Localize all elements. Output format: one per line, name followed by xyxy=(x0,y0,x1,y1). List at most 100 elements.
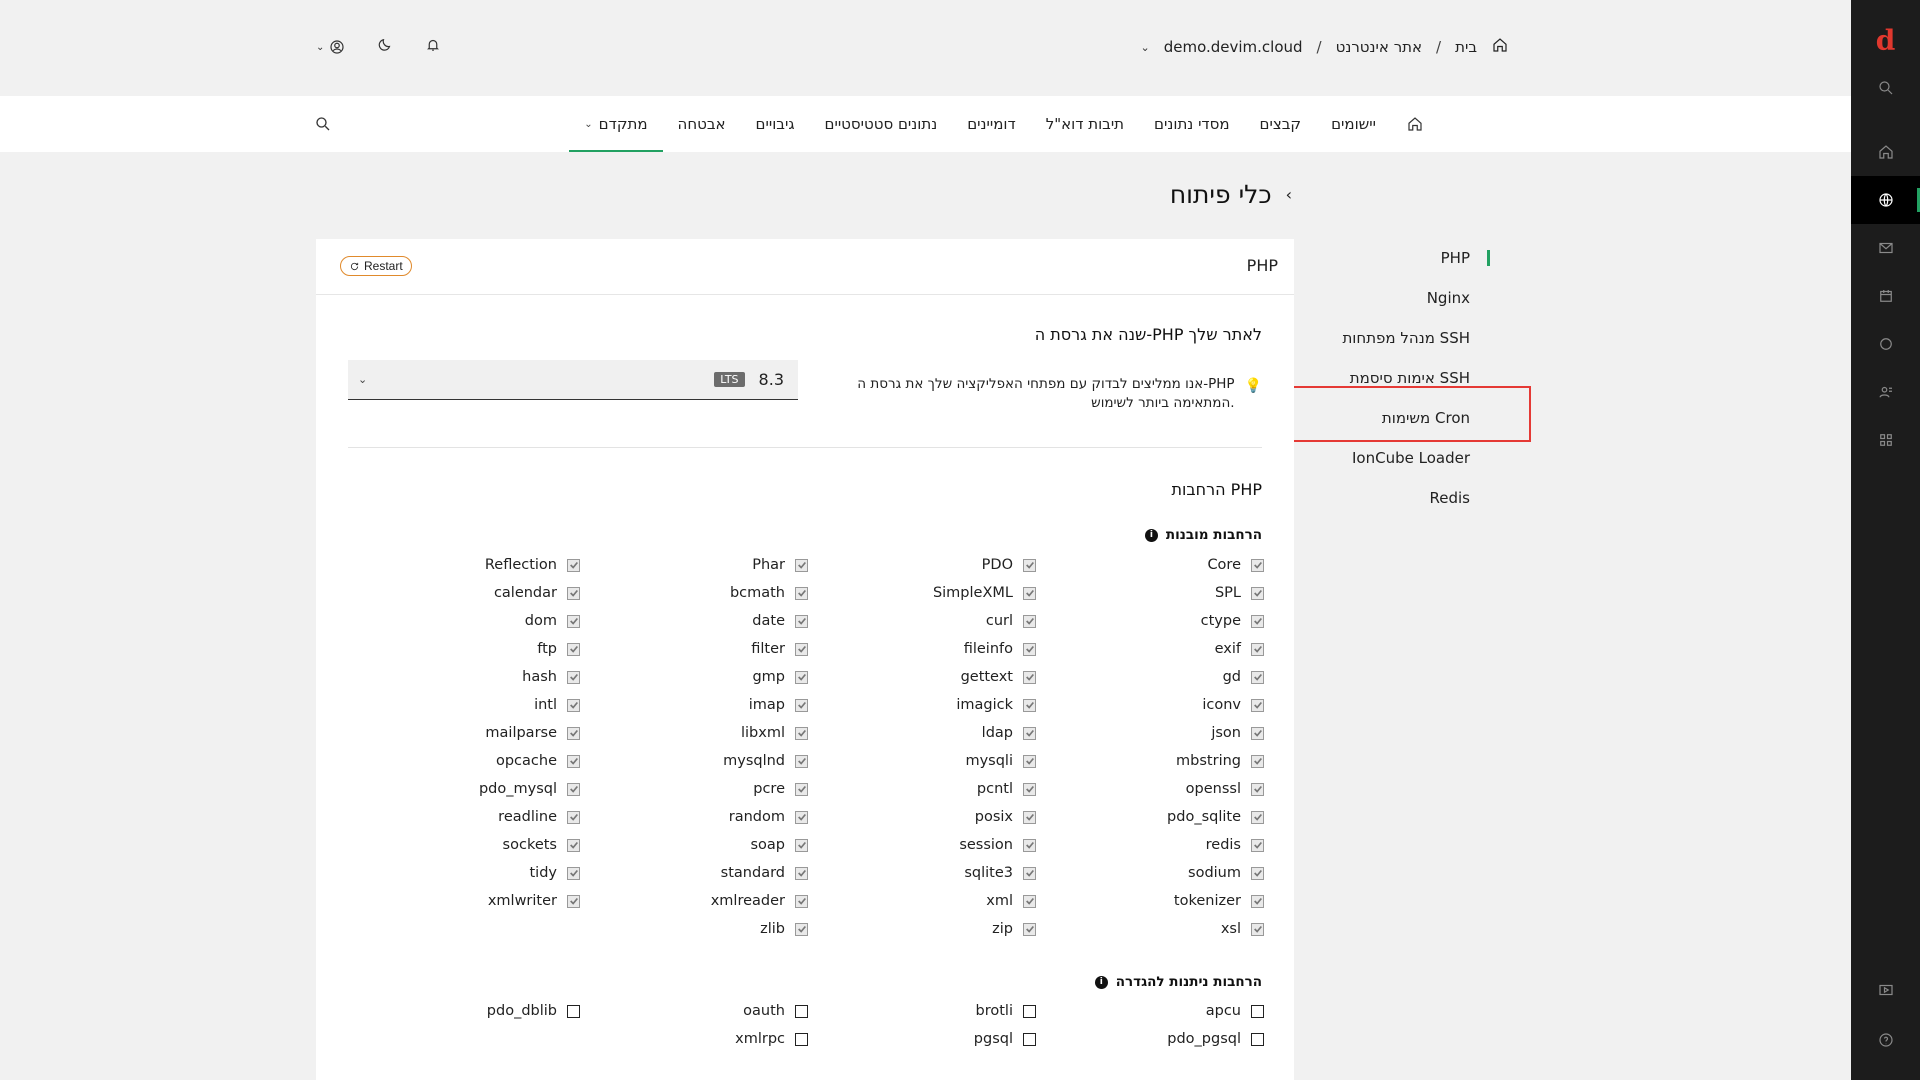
checkbox[interactable] xyxy=(1251,642,1264,656)
user-menu[interactable]: ⌄ xyxy=(316,38,346,56)
checkbox[interactable] xyxy=(1251,558,1264,572)
extension-simplexml[interactable]: SimpleXML xyxy=(933,583,1036,603)
menu-item-ssh-keys[interactable]: מנהל מפתחות SSH xyxy=(1270,318,1490,358)
menu-item-php[interactable]: PHP xyxy=(1270,238,1490,278)
extension-bcmath[interactable]: bcmath xyxy=(730,583,808,603)
php-version-select[interactable]: ⌄ LTS 8.3 xyxy=(348,360,798,400)
extension-sqlite3[interactable]: sqlite3 xyxy=(964,863,1036,883)
checkbox[interactable] xyxy=(795,1032,808,1046)
checkbox[interactable] xyxy=(1023,614,1036,628)
search-icon[interactable] xyxy=(314,115,332,137)
nav-advanced[interactable]: מתקדם ⌄ xyxy=(569,96,663,152)
extension-gmp[interactable]: gmp xyxy=(752,667,808,687)
checkbox[interactable] xyxy=(1251,922,1264,936)
home-icon[interactable] xyxy=(1851,128,1920,176)
checkbox[interactable] xyxy=(567,558,580,572)
checkbox[interactable] xyxy=(1023,670,1036,684)
extension-xml[interactable]: xml xyxy=(986,891,1036,911)
checkbox[interactable] xyxy=(567,782,580,796)
extension-pgsql[interactable]: pgsql xyxy=(974,1029,1036,1049)
checkbox[interactable] xyxy=(795,642,808,656)
nav-files[interactable]: קבצים xyxy=(1245,96,1317,152)
checkbox[interactable] xyxy=(795,810,808,824)
extension-soap[interactable]: soap xyxy=(750,835,808,855)
checkbox[interactable] xyxy=(795,754,808,768)
breadcrumb-section[interactable]: אתר אינטרנט xyxy=(1336,38,1422,56)
extension-xmlrpc[interactable]: xmlrpc xyxy=(735,1029,808,1049)
extension-imagick[interactable]: imagick xyxy=(956,695,1036,715)
checkbox[interactable] xyxy=(1023,586,1036,600)
extension-ctype[interactable]: ctype xyxy=(1201,611,1264,631)
checkbox[interactable] xyxy=(1251,614,1264,628)
checkbox[interactable] xyxy=(795,614,808,628)
extension-imap[interactable]: imap xyxy=(749,695,808,715)
extension-libxml[interactable]: libxml xyxy=(741,723,808,743)
checkbox[interactable] xyxy=(1251,670,1264,684)
checkbox[interactable] xyxy=(1023,838,1036,852)
extension-opcache[interactable]: opcache xyxy=(496,751,580,771)
extension-oauth[interactable]: oauth xyxy=(743,1001,808,1021)
circle-icon[interactable] xyxy=(1851,320,1920,368)
extension-gd[interactable]: gd xyxy=(1223,667,1264,687)
checkbox[interactable] xyxy=(795,838,808,852)
apps-icon[interactable] xyxy=(1851,416,1920,464)
checkbox[interactable] xyxy=(1023,558,1036,572)
extension-pcre[interactable]: pcre xyxy=(753,779,808,799)
moon-icon[interactable] xyxy=(376,36,394,58)
checkbox[interactable] xyxy=(795,558,808,572)
extension-pdo_dblib[interactable]: pdo_dblib xyxy=(487,1001,580,1021)
checkbox[interactable] xyxy=(1023,1004,1036,1018)
search-icon[interactable] xyxy=(1851,64,1920,112)
checkbox[interactable] xyxy=(795,726,808,740)
extension-iconv[interactable]: iconv xyxy=(1202,695,1264,715)
chevron-back-icon[interactable]: ‹ xyxy=(1286,185,1292,204)
checkbox[interactable] xyxy=(1251,726,1264,740)
checkbox[interactable] xyxy=(795,866,808,880)
checkbox[interactable] xyxy=(567,810,580,824)
checkbox[interactable] xyxy=(567,1004,580,1018)
checkbox[interactable] xyxy=(795,894,808,908)
extension-zip[interactable]: zip xyxy=(992,919,1036,939)
chevron-down-icon[interactable]: ⌄ xyxy=(1140,41,1149,54)
checkbox[interactable] xyxy=(1023,1032,1036,1046)
checkbox[interactable] xyxy=(795,1004,808,1018)
checkbox[interactable] xyxy=(795,922,808,936)
checkbox[interactable] xyxy=(1251,754,1264,768)
extension-session[interactable]: session xyxy=(959,835,1036,855)
extension-xsl[interactable]: xsl xyxy=(1221,919,1264,939)
menu-item-nginx[interactable]: Nginx xyxy=(1270,278,1490,318)
extension-mysqlnd[interactable]: mysqlnd xyxy=(723,751,808,771)
checkbox[interactable] xyxy=(1023,922,1036,936)
media-icon[interactable] xyxy=(1851,966,1920,1014)
checkbox[interactable] xyxy=(567,754,580,768)
checkbox[interactable] xyxy=(1023,866,1036,880)
mail-icon[interactable] xyxy=(1851,224,1920,272)
extension-sockets[interactable]: sockets xyxy=(503,835,580,855)
extension-pdo_pgsql[interactable]: pdo_pgsql xyxy=(1167,1029,1264,1049)
extension-xmlwriter[interactable]: xmlwriter xyxy=(488,891,580,911)
checkbox[interactable] xyxy=(1023,782,1036,796)
extension-reflection[interactable]: Reflection xyxy=(485,555,580,575)
checkbox[interactable] xyxy=(1023,726,1036,740)
checkbox[interactable] xyxy=(1023,810,1036,824)
help-icon[interactable] xyxy=(1851,1016,1920,1064)
checkbox[interactable] xyxy=(795,698,808,712)
users-icon[interactable] xyxy=(1851,368,1920,416)
extension-hash[interactable]: hash xyxy=(522,667,580,687)
extension-readline[interactable]: readline xyxy=(498,807,580,827)
checkbox[interactable] xyxy=(1251,866,1264,880)
checkbox[interactable] xyxy=(1251,782,1264,796)
nav-apps[interactable]: יישומים xyxy=(1316,96,1391,152)
checkbox[interactable] xyxy=(1023,894,1036,908)
calendar-icon[interactable] xyxy=(1851,272,1920,320)
checkbox[interactable] xyxy=(1023,698,1036,712)
extension-json[interactable]: json xyxy=(1211,723,1264,743)
checkbox[interactable] xyxy=(1251,894,1264,908)
home-icon[interactable] xyxy=(1491,36,1509,58)
extension-sodium[interactable]: sodium xyxy=(1188,863,1264,883)
extension-ldap[interactable]: ldap xyxy=(982,723,1036,743)
nav-home-icon[interactable] xyxy=(1391,96,1439,152)
checkbox[interactable] xyxy=(567,866,580,880)
checkbox[interactable] xyxy=(795,782,808,796)
extension-posix[interactable]: posix xyxy=(975,807,1036,827)
